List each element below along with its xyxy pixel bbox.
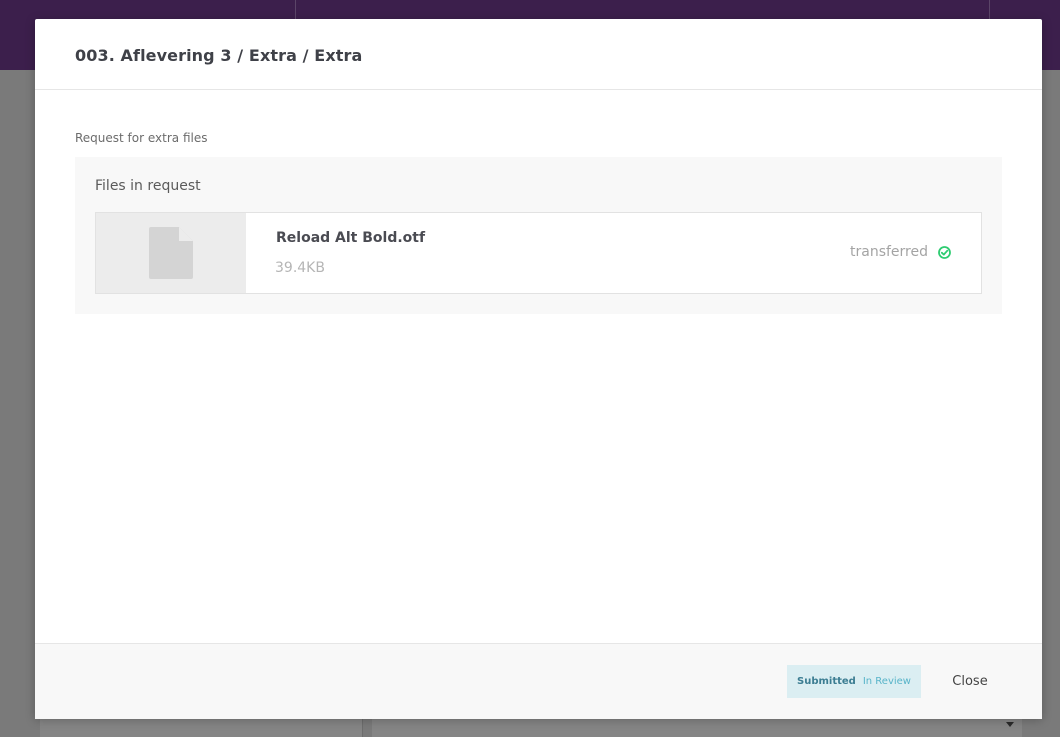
- file-size: 39.4KB: [275, 260, 325, 276]
- request-modal: 003. Aflevering 3 / Extra / Extra Reques…: [35, 19, 1042, 719]
- file-status-text: transferred: [850, 244, 928, 260]
- files-in-request-panel: Files in request Reload Alt Bold.otf 39.…: [75, 157, 1002, 314]
- file-icon: [149, 227, 193, 279]
- status-badge-secondary: In Review: [862, 676, 911, 687]
- section-label: Request for extra files: [75, 131, 208, 145]
- files-heading: Files in request: [95, 178, 201, 194]
- close-button[interactable]: Close: [940, 665, 1000, 698]
- file-item[interactable]: Reload Alt Bold.otf 39.4KB transferred: [95, 212, 982, 294]
- modal-footer: Submitted In Review Close: [35, 643, 1042, 719]
- file-status: transferred: [850, 244, 951, 260]
- status-badge-primary: Submitted: [797, 676, 856, 687]
- modal-header: 003. Aflevering 3 / Extra / Extra: [35, 19, 1042, 90]
- modal-title: 003. Aflevering 3 / Extra / Extra: [75, 46, 363, 65]
- chevron-down-icon: [1006, 722, 1014, 727]
- file-thumbnail: [96, 213, 246, 293]
- check-circle-icon: [938, 245, 951, 259]
- file-name: Reload Alt Bold.otf: [276, 230, 426, 246]
- status-badge: Submitted In Review: [787, 665, 921, 698]
